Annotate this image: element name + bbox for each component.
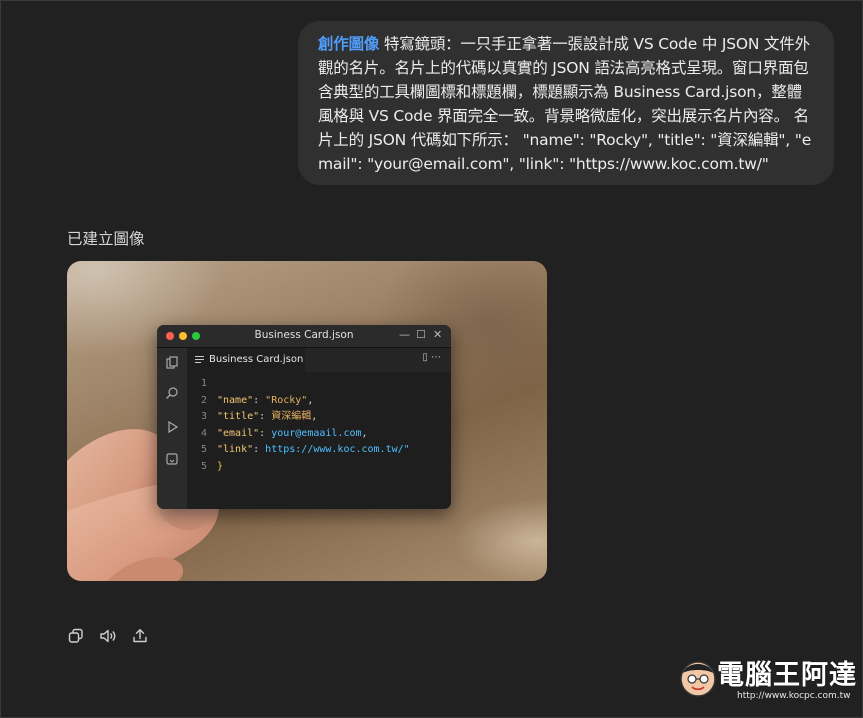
- search-icon: [166, 387, 178, 399]
- code-line: 2 "name": "Rocky",: [200, 394, 314, 406]
- mascot-face-logo: [680, 661, 716, 697]
- code-line: 5 "link": https://www.koc.com.tw/": [200, 444, 410, 455]
- user-message-bubble: 創作圖像 特寫鏡頭：一只手正拿著一張設計成 VS Code 中 JSON 文件外…: [298, 21, 834, 185]
- code-line: 4 "email": your@emaail.com,: [200, 427, 368, 439]
- copy-button[interactable]: [67, 627, 85, 645]
- watermark-url: http://www.kocpc.com.tw: [737, 691, 851, 701]
- watermark: 電腦王阿達 http://www.kocpc.com.tw: [677, 649, 856, 709]
- extensions-icon: [166, 453, 178, 465]
- share-button[interactable]: [131, 627, 149, 645]
- message-actions: [67, 627, 149, 645]
- file-lines-icon: [195, 356, 204, 363]
- minimize-icon: —: [399, 328, 410, 341]
- read-aloud-button[interactable]: [99, 627, 117, 645]
- copy-icon: [68, 628, 83, 643]
- code-line: 1: [200, 378, 207, 389]
- title-bar: Business Card.json — ☐ ✕: [157, 325, 451, 348]
- run-debug-icon: [168, 420, 179, 434]
- code-editor: 1 2 "name": "Rocky", 3 "title": 資深編輯, 4 "em…: [187, 372, 451, 509]
- speaker-icon: [100, 629, 116, 643]
- tab-bar: Business Card.json ▯ ⋯: [187, 348, 451, 373]
- close-icon: ✕: [433, 328, 443, 341]
- editor-tab: Business Card.json: [187, 348, 305, 373]
- activity-bar: [157, 348, 187, 509]
- share-icon: [133, 629, 147, 643]
- code-line: 3 "title": 資深編輯,: [200, 411, 318, 422]
- explorer-icon: [166, 356, 178, 369]
- tab-label: Business Card.json: [209, 354, 304, 365]
- vscode-window: Business Card.json — ☐ ✕ Business Card.j…: [157, 325, 451, 509]
- image-created-caption: 已建立圖像: [67, 230, 145, 248]
- watermark-title: 電腦王阿達: [717, 660, 857, 691]
- tab-actions: ▯ ⋯: [422, 352, 441, 363]
- restore-icon: ☐: [416, 328, 426, 341]
- code-line: 5}: [200, 460, 224, 472]
- create-image-tag[interactable]: 創作圖像: [318, 35, 379, 53]
- user-message-text: 特寫鏡頭：一只手正拿著一張設計成 VS Code 中 JSON 文件外觀的名片。…: [318, 35, 812, 173]
- generated-image[interactable]: Business Card.json — ☐ ✕ Business Card.j…: [67, 261, 547, 581]
